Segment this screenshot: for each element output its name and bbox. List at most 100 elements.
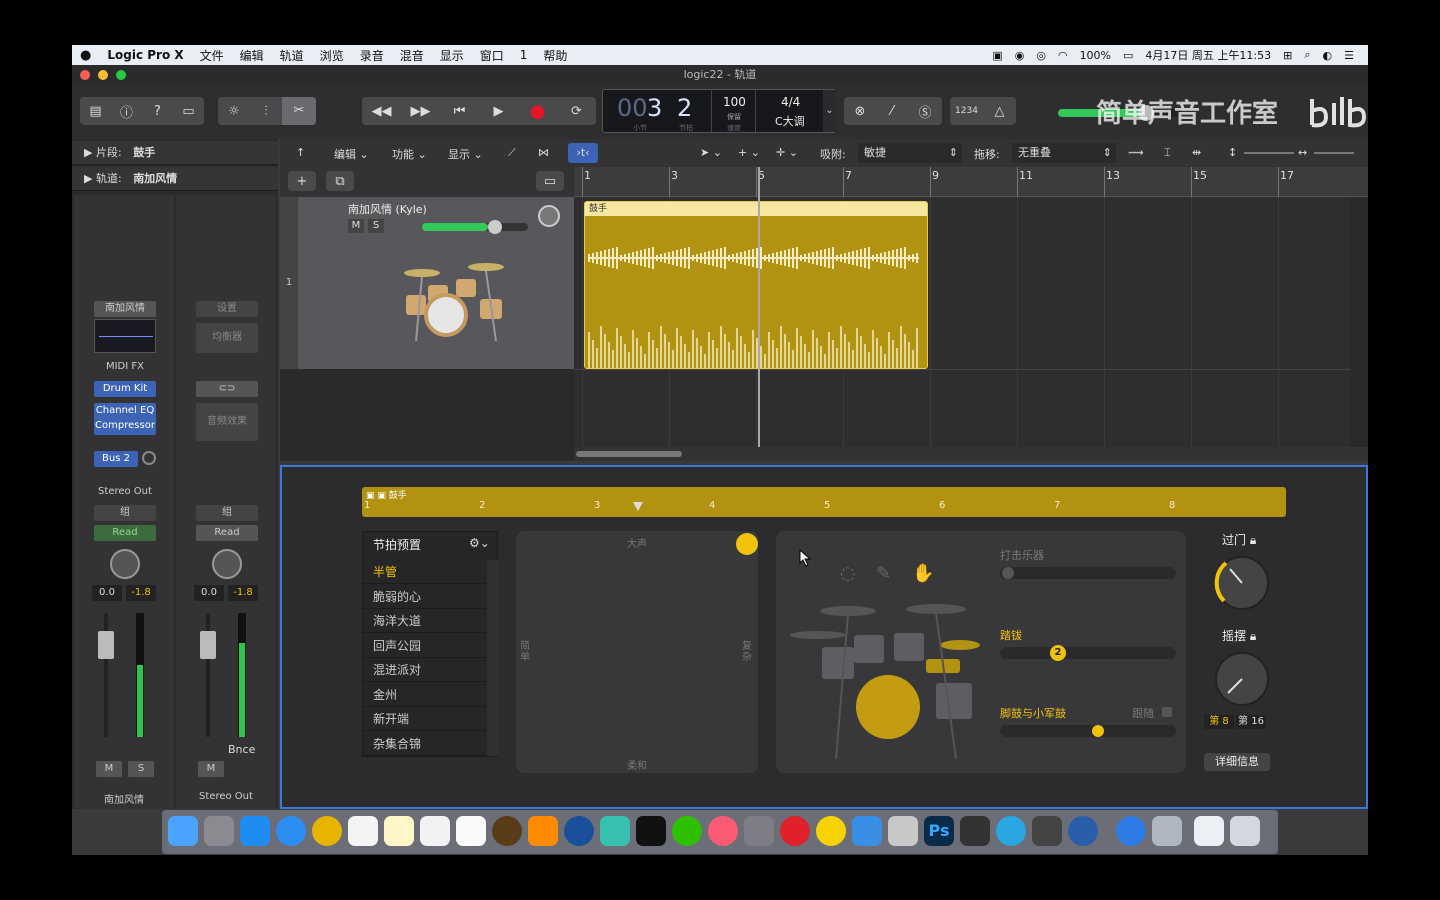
tracks-function-menu[interactable]: 功能 ⌄ [392, 146, 427, 162]
textedit-icon[interactable] [420, 816, 450, 846]
lcd-display[interactable]: 00 3 2 小节 节拍 100 保留 速度 4/4 C大调 ⌄ [602, 89, 836, 133]
track-mute-button[interactable]: M [348, 219, 364, 233]
keynote-icon[interactable] [852, 816, 882, 846]
strip1-group-slot[interactable]: 组 [94, 505, 156, 521]
strip1-send-slot[interactable]: Bus 2 [94, 451, 138, 467]
hihat-slider[interactable]: 2 [1000, 645, 1176, 661]
track-volume-knob[interactable] [488, 220, 502, 234]
track-name[interactable]: 南加风情 (Kyle) [348, 201, 427, 217]
preset-item[interactable]: 杂集合锦 [363, 732, 487, 756]
lock-icon[interactable]: 🔒︎ [1250, 629, 1256, 643]
quick-help-icon[interactable]: ? [142, 104, 173, 119]
preset-item[interactable]: 回声公园 [363, 634, 487, 658]
strip2-fader-handle[interactable] [200, 631, 216, 659]
strip2-audio-fx-slot[interactable]: 音频效果 [196, 403, 258, 441]
fills-knob[interactable] [1212, 553, 1272, 613]
preferences-icon[interactable] [1152, 816, 1182, 846]
trash-icon[interactable] [1230, 816, 1260, 846]
logic-pro-icon[interactable] [492, 816, 522, 846]
airdrop-icon[interactable]: ◎ [1036, 49, 1046, 62]
strip1-mute-button[interactable]: M [96, 761, 122, 777]
pencil-tool-icon[interactable]: + ⌄ [738, 146, 760, 159]
add-track-button[interactable]: + [288, 171, 316, 191]
preset-item[interactable]: 海洋大道 [363, 609, 487, 633]
strip2-bounce-button[interactable]: Bnce [228, 743, 255, 756]
finder-icon[interactable] [168, 816, 198, 846]
inspector-icon[interactable]: ⓘ [111, 102, 142, 121]
strip1-midi-fx[interactable]: MIDI FX [94, 359, 156, 375]
editor-region-bar[interactable]: ▣ ▣ 鼓手 1 2 3 4 5 6 7 8 [362, 487, 1286, 517]
safari-icon[interactable] [276, 816, 306, 846]
track-volume-slider[interactable] [422, 220, 528, 234]
preset-item[interactable]: 半管 [363, 560, 487, 584]
cycle-icon[interactable]: ⟳ [557, 104, 596, 119]
documents-folder-icon[interactable] [1194, 816, 1224, 846]
menu-app[interactable]: Logic Pro X [99, 48, 191, 62]
menu-edit[interactable]: 编辑 [232, 47, 272, 64]
disclosure-triangle-icon[interactable]: ▶ [84, 172, 96, 185]
tambourine-icon[interactable]: ✎ [876, 563, 891, 584]
netease-music-icon[interactable] [780, 816, 810, 846]
track-solo-button[interactable]: S [368, 219, 384, 233]
vertical-auto-zoom-icon[interactable]: ⌶ [1164, 146, 1171, 160]
menu-record[interactable]: 录音 [352, 47, 392, 64]
scrollbar-thumb[interactable] [576, 451, 682, 457]
menu-view[interactable]: 显示 [432, 47, 472, 64]
minimize-window-button[interactable] [98, 70, 108, 80]
count-in-button[interactable]: 1234 [950, 106, 983, 116]
strip2-link-icon[interactable]: ⊂⊃ [196, 381, 258, 397]
menu-file[interactable]: 文件 [192, 47, 232, 64]
final-cut-icon[interactable] [960, 816, 990, 846]
vlc-icon[interactable] [528, 816, 558, 846]
preset-scrollbar[interactable] [487, 560, 499, 756]
fast-forward-icon[interactable]: ▶▶ [401, 104, 440, 119]
chrome-icon[interactable] [312, 816, 342, 846]
inspector-track-row[interactable]: ▶ 轨道: 南加风情 [72, 167, 278, 191]
editors-icon[interactable]: ✂ [282, 97, 316, 125]
xy-pad[interactable]: 大声 柔和 简单 复杂 [516, 531, 758, 773]
kick-snare-slider[interactable] [1000, 725, 1176, 737]
go-to-start-icon[interactable]: ⏮ [440, 104, 479, 119]
global-tracks-icon[interactable]: ▭ [536, 171, 564, 191]
preset-item[interactable]: 脆弱的心 [363, 585, 487, 609]
solo-mode-icon[interactable]: Ⓢ [908, 102, 942, 121]
strip2-setting-button[interactable]: 设置 [196, 301, 258, 317]
timeline-ruler[interactable]: 1 3 5 7 9 11 13 15 17 [574, 167, 1368, 197]
follow-checkbox[interactable] [1162, 707, 1172, 717]
spotlight-icon[interactable]: ⌕ [1304, 48, 1310, 62]
play-icon[interactable]: ▶ [479, 104, 518, 119]
playhead[interactable] [758, 167, 760, 457]
snap-select[interactable]: 敏捷 ⇕ [858, 143, 962, 163]
strip2-eq-button[interactable]: 均衡器 [196, 323, 258, 353]
music-icon[interactable] [708, 816, 738, 846]
editor-playhead-icon[interactable] [632, 501, 644, 513]
strip1-pan-knob[interactable] [110, 549, 140, 579]
horizontal-auto-zoom-icon[interactable]: ⇹ [1192, 146, 1201, 159]
percussion-slider-knob[interactable] [1002, 567, 1014, 579]
replace-icon[interactable]: ⊗ [844, 104, 876, 119]
duplicate-track-icon[interactable]: ⧉ [326, 171, 354, 191]
lcd-menu-chevron-icon[interactable]: ⌄ [823, 90, 836, 132]
hihat-slider-knob[interactable]: 2 [1050, 645, 1066, 661]
strip2-mute-button[interactable]: M [198, 761, 224, 777]
wechat-icon[interactable]: ◉ [1015, 49, 1025, 62]
vertical-zoom-icon[interactable]: ↕ [1228, 146, 1237, 159]
strip2-group-slot[interactable]: 组 [196, 505, 258, 521]
command-tool-icon[interactable]: ✛ ⌄ [776, 146, 798, 159]
strip1-fader-handle[interactable] [98, 631, 114, 659]
strip2-volume-readout[interactable]: 0.0 [194, 585, 224, 601]
track-header[interactable]: 南加风情 (Kyle) M S [298, 197, 574, 369]
lcd-signature[interactable]: 4/4 [781, 95, 800, 109]
strip1-output-slot[interactable]: Stereo Out [94, 484, 156, 500]
photoshop-icon[interactable]: Ps [924, 816, 954, 846]
clap-icon[interactable]: ✋ [912, 563, 934, 584]
drive-icon[interactable] [1068, 816, 1098, 846]
battery-icon[interactable]: ▭ [1123, 49, 1133, 62]
zoom-window-button[interactable] [116, 70, 126, 80]
menu-window[interactable]: 窗口 [472, 47, 512, 64]
strip1-automation-read[interactable]: Read [94, 525, 156, 541]
automation-icon[interactable]: ⟋ [508, 146, 516, 160]
menu-mix[interactable]: 混音 [392, 47, 432, 64]
swing-sixteenth-button[interactable]: 第 16 [1236, 715, 1266, 729]
menu-browse[interactable]: 浏览 [312, 47, 352, 64]
